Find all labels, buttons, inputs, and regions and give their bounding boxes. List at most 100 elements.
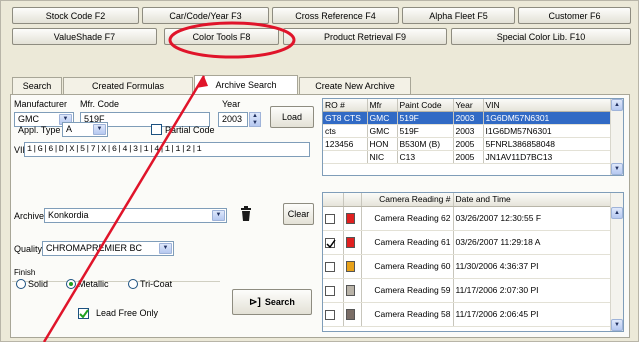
check-icon (326, 239, 336, 248)
reading-checkbox[interactable] (325, 285, 335, 296)
tab-created-formulas[interactable]: Created Formulas (63, 77, 193, 94)
archive-select[interactable]: Konkordia ▼ (44, 208, 227, 223)
results-column-header[interactable]: Year (453, 99, 484, 112)
search-button[interactable]: ⊳] Search (232, 289, 312, 315)
year-spinner[interactable]: ▲ ▼ (249, 112, 261, 127)
product-retrieval-button[interactable]: Product Retrieval F9 (283, 28, 447, 45)
finish-metallic-radio[interactable] (66, 279, 76, 289)
vin-input[interactable]: 1|G|6|D|X|5|7|X|6|4|3|1|4|1|1|2|1 (24, 142, 310, 157)
reading-checkbox[interactable] (325, 237, 336, 248)
finish-tricoat-radio[interactable] (128, 279, 138, 289)
camera-reading-cell: Camera Reading 61 (361, 230, 454, 255)
cross-reference-button[interactable]: Cross Reference F4 (272, 7, 399, 24)
results-column-header[interactable]: VIN (483, 99, 613, 112)
table-cell: JN1AV11D7BC13 (483, 150, 613, 164)
archive-label: Archive (14, 211, 45, 221)
table-cell: B530M (B) (397, 137, 454, 151)
camera-column-header[interactable]: Date and Time (453, 193, 613, 207)
archive-value: Konkordia (48, 210, 89, 220)
chevron-down-icon[interactable]: ▼ (159, 243, 172, 254)
camera-reading-cell: Camera Reading 58 (361, 302, 454, 327)
table-cell: 123456 (323, 137, 368, 151)
color-swatch (345, 261, 355, 273)
camera-column-header[interactable] (343, 193, 362, 207)
reading-checkbox[interactable] (325, 261, 335, 272)
load-button[interactable]: Load (270, 106, 314, 128)
year-label: Year (222, 99, 241, 109)
year-input[interactable]: 2003 (218, 112, 248, 127)
table-cell: HON (367, 137, 398, 151)
table-cell: C13 (397, 150, 454, 164)
tab-search[interactable]: Search (12, 77, 62, 94)
select-cell (323, 278, 344, 303)
list-item[interactable]: Camera Reading 59 11/17/2006 2:07:30 PI (323, 278, 613, 303)
lead-free-checkbox[interactable] (78, 308, 89, 319)
customer-button[interactable]: Customer F6 (518, 7, 631, 24)
table-row[interactable]: 123456 HON B530M (B) 2005 5FNRL386858048 (323, 137, 613, 151)
camera-readings-table: Camera Reading # Date and Time Camera Rea… (323, 193, 613, 327)
stock-code-button[interactable]: Stock Code F2 (12, 7, 139, 24)
clear-button[interactable]: Clear (283, 203, 314, 225)
reading-checkbox[interactable] (325, 309, 335, 320)
check-icon (79, 309, 89, 319)
table-cell: 2005 (453, 150, 484, 164)
list-item[interactable]: Camera Reading 58 11/17/2006 2:06:45 PI (323, 302, 613, 327)
results-column-header[interactable]: Mfr (367, 99, 398, 112)
table-row[interactable]: NIC C13 2005 JN1AV11D7BC13 (323, 150, 613, 164)
table-cell: 2003 (453, 124, 484, 138)
table-cell (323, 150, 368, 164)
color-tools-button[interactable]: Color Tools F8 (164, 28, 279, 45)
camera-header-row: Camera Reading # Date and Time (323, 193, 613, 207)
car-code-year-button[interactable]: Car/Code/Year F3 (142, 7, 269, 24)
table-cell: 5FNRL386858048 (483, 137, 613, 151)
reading-checkbox[interactable] (325, 213, 335, 224)
camera-column-header[interactable]: Camera Reading # (361, 193, 454, 207)
table-cell: GMC (367, 111, 398, 125)
table-row[interactable]: cts GMC 519F 2003 I1G6DM57N6301 (323, 124, 613, 138)
results-scrollbar[interactable]: ▲ ▼ (610, 99, 623, 175)
manufacturer-label: Manufacturer (14, 99, 68, 109)
special-color-lib-button[interactable]: Special Color Lib. F10 (451, 28, 631, 45)
table-row[interactable]: GT8 CTS GMC 519F 2003 1G6DM57N6301 (323, 111, 613, 125)
date-time-cell: 03/26/2007 11:29:18 A (453, 230, 613, 255)
list-item[interactable]: Camera Reading 60 11/30/2006 4:36:37 PI (323, 254, 613, 279)
scroll-up-icon[interactable]: ▲ (611, 99, 623, 111)
list-item[interactable]: Camera Reading 61 03/26/2007 11:29:18 A (323, 230, 613, 255)
partial-code-checkbox[interactable] (151, 124, 162, 135)
tab-create-new-archive[interactable]: Create New Archive (299, 77, 411, 94)
search-button-label: Search (264, 297, 295, 307)
spin-down-icon[interactable]: ▼ (250, 120, 260, 127)
scroll-down-icon[interactable]: ▼ (611, 163, 623, 175)
select-cell (323, 230, 344, 255)
swatch-cell (343, 254, 362, 279)
appl-type-value: A (66, 124, 73, 134)
table-cell: NIC (367, 150, 398, 164)
camera-readings-grid[interactable]: Camera Reading # Date and Time Camera Rea… (322, 192, 624, 332)
appl-type-select[interactable]: A ▼ (62, 122, 108, 137)
appl-type-label: Appl. Type (18, 125, 61, 135)
tab-archive-search[interactable]: Archive Search (194, 75, 298, 94)
chevron-down-icon[interactable]: ▼ (212, 210, 225, 221)
quality-select[interactable]: CHROMAPREMIER BC ▼ (42, 241, 174, 256)
scroll-up-icon[interactable]: ▲ (611, 207, 623, 219)
results-column-header[interactable]: Paint Code (397, 99, 454, 112)
finish-tricoat-label: Tri-Coat (140, 279, 173, 289)
camera-reading-cell: Camera Reading 59 (361, 278, 454, 303)
spin-up-icon[interactable]: ▲ (250, 113, 260, 120)
camera-reading-cell: Camera Reading 62 (361, 206, 454, 231)
valueshade-button[interactable]: ValueShade F7 (12, 28, 157, 45)
camera-reading-cell: Camera Reading 60 (361, 254, 454, 279)
table-cell: 1G6DM57N6301 (483, 111, 613, 125)
trash-icon[interactable] (240, 206, 252, 222)
alpha-fleet-button[interactable]: Alpha Fleet F5 (402, 7, 515, 24)
results-grid[interactable]: RO # Mfr Paint Code Year VIN GT8 CTS GMC 519F 2… (322, 98, 624, 176)
scroll-down-icon[interactable]: ▼ (611, 319, 623, 331)
results-column-header[interactable]: RO # (323, 99, 368, 112)
camera-column-header[interactable] (323, 193, 344, 207)
finish-solid-radio[interactable] (16, 279, 26, 289)
list-item[interactable]: Camera Reading 62 03/26/2007 12:30:55 F (323, 206, 613, 231)
color-swatch (345, 285, 355, 297)
results-header-row: RO # Mfr Paint Code Year VIN (323, 99, 613, 112)
camera-scrollbar[interactable]: ▲ ▼ (610, 193, 623, 331)
chevron-down-icon[interactable]: ▼ (93, 124, 106, 135)
